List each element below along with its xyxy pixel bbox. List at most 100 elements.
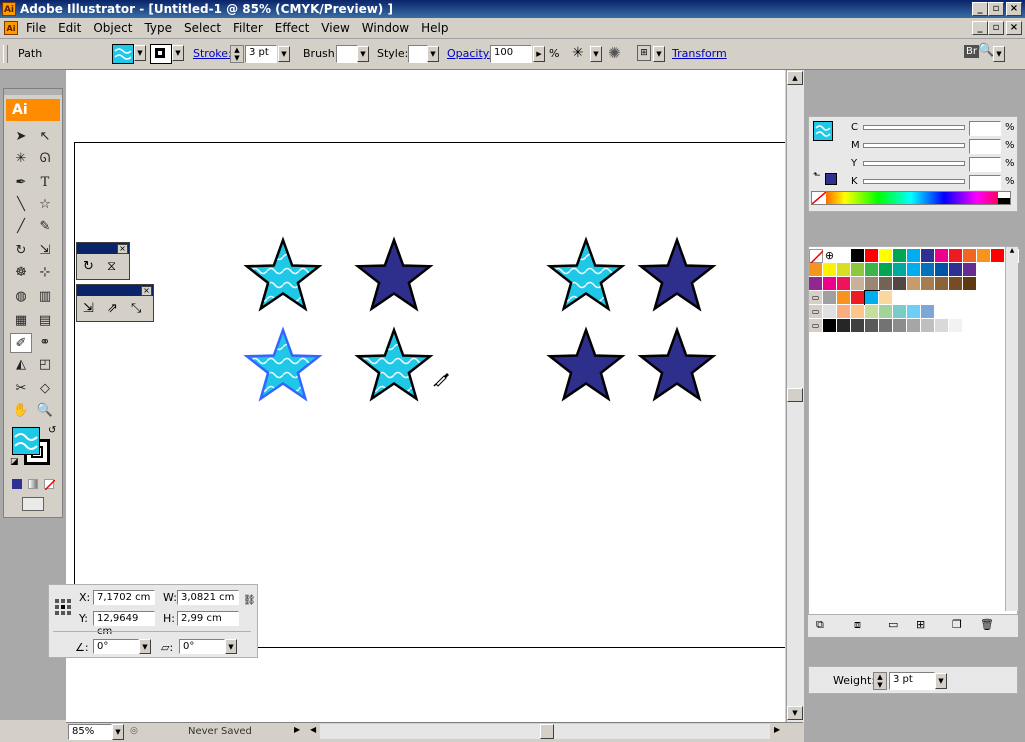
color-swatch[interactable]	[977, 249, 991, 263]
color-swatch[interactable]	[893, 305, 907, 319]
gamut-swatch[interactable]	[825, 173, 837, 185]
select-similar-dropdown[interactable]: ▼	[590, 46, 602, 62]
color-swatch[interactable]	[837, 277, 851, 291]
color-swatch[interactable]	[935, 319, 949, 333]
swatch-scroll-up[interactable]: ▲	[1006, 247, 1018, 254]
channel-slider-k[interactable]	[863, 179, 965, 184]
w-field[interactable]: 3,0821 cm	[177, 590, 239, 605]
constrain-proportions-icon[interactable]: ⛓	[243, 595, 256, 606]
symbol-sprayer-tool-icon[interactable]: ◍	[10, 287, 32, 307]
panel-close-icon[interactable]: ×	[117, 244, 128, 254]
color-swatch[interactable]	[935, 263, 949, 277]
opacity-link[interactable]: Opacity:	[447, 47, 492, 61]
slice-tool-icon[interactable]: ✂	[10, 379, 32, 399]
menu-select[interactable]: Select	[178, 18, 227, 38]
h-field[interactable]: 2,99 cm	[177, 611, 239, 626]
line-tool-icon[interactable]: ╲	[10, 195, 32, 215]
gradient-mode-icon[interactable]	[28, 479, 38, 489]
live-paint-selection-tool-icon[interactable]: ◰	[34, 355, 56, 375]
y-field[interactable]: 12,9649 cm	[93, 611, 155, 637]
color-swatch[interactable]	[893, 263, 907, 277]
color-swatch[interactable]	[865, 319, 879, 333]
color-swatch[interactable]	[851, 277, 865, 291]
doc-close-button[interactable]: ×	[1006, 21, 1022, 35]
fill-color-box[interactable]	[12, 427, 40, 455]
channel-slider-y[interactable]	[863, 161, 965, 166]
style-field[interactable]	[408, 45, 428, 63]
magic-wand-icon[interactable]: ✳	[572, 45, 584, 61]
search-icon[interactable]: 🔍	[978, 43, 994, 58]
color-swatch[interactable]	[823, 263, 837, 277]
lasso-tool-icon[interactable]: ᘏ	[34, 149, 56, 169]
swatches-scrollbar[interactable]: ▲	[1005, 247, 1018, 611]
swap-fill-stroke-icon[interactable]: ↺	[48, 425, 56, 436]
color-swatch[interactable]	[837, 305, 851, 319]
color-swatch[interactable]	[921, 319, 935, 333]
recolor-icon[interactable]: ✺	[608, 44, 621, 62]
doc-restore-button[interactable]: ▫	[988, 21, 1004, 35]
rotate-tool-icon[interactable]: ↻	[10, 241, 32, 261]
channel-field-y[interactable]	[969, 157, 1001, 172]
menu-filter[interactable]: Filter	[227, 18, 269, 38]
zoom-tool-icon[interactable]: 🔍	[34, 401, 56, 421]
show-swatch-kinds-icon[interactable]: ⧈	[854, 618, 861, 632]
transform-link[interactable]: Transform	[672, 47, 727, 61]
fill-swatch-control[interactable]	[112, 44, 134, 64]
grip-handle[interactable]	[3, 45, 8, 63]
color-swatch[interactable]	[837, 291, 851, 305]
close-button[interactable]: ×	[1006, 2, 1022, 16]
color-swatch[interactable]	[865, 263, 879, 277]
menu-effect[interactable]: Effect	[269, 18, 316, 38]
color-swatch[interactable]	[879, 249, 893, 263]
color-swatch[interactable]	[893, 249, 907, 263]
hscroll-thumb[interactable]	[540, 724, 554, 739]
document-icon[interactable]: Ai	[4, 21, 18, 35]
channel-field-m[interactable]	[969, 139, 1001, 154]
menu-window[interactable]: Window	[356, 18, 415, 38]
hand-tool-icon[interactable]: ✋	[10, 401, 32, 421]
x-field[interactable]: 7,1702 cm	[93, 590, 155, 605]
color-swatch[interactable]	[865, 277, 879, 291]
color-swatch[interactable]	[851, 291, 865, 305]
color-swatch[interactable]	[907, 263, 921, 277]
pen-tool-icon[interactable]: ✒	[10, 173, 32, 193]
type-tool-icon[interactable]: T	[34, 173, 56, 193]
opacity-arrow[interactable]: ▶	[533, 46, 545, 62]
selection-tool-icon[interactable]: ➤	[10, 127, 32, 147]
rotate-field[interactable]: 0°	[93, 639, 139, 654]
minimize-button[interactable]: _	[972, 2, 988, 16]
screen-mode-icon[interactable]	[22, 497, 44, 511]
shear-tool-icon[interactable]: ⇗	[107, 301, 118, 316]
color-group-folder-icon[interactable]: ▭	[809, 291, 823, 305]
rotate-dropdown[interactable]: ▼	[139, 639, 151, 654]
align-dropdown[interactable]: ▼	[653, 46, 665, 62]
color-swatch[interactable]	[865, 249, 879, 263]
graph-tool-icon[interactable]: ▥	[34, 287, 56, 307]
channel-slider-c[interactable]	[863, 125, 965, 130]
color-swatch[interactable]	[879, 305, 893, 319]
new-swatch-icon[interactable]: ❐	[952, 618, 962, 631]
color-fill-box[interactable]	[813, 121, 833, 141]
menu-edit[interactable]: Edit	[52, 18, 87, 38]
reshape-tool-icon[interactable]: ⤡	[131, 301, 141, 316]
gradient-tool-icon[interactable]: ▤	[34, 311, 56, 331]
menu-type[interactable]: Type	[138, 18, 178, 38]
color-swatch[interactable]	[879, 291, 893, 305]
color-swatch[interactable]	[823, 319, 837, 333]
color-swatch[interactable]	[949, 277, 963, 291]
color-swatch[interactable]	[893, 319, 907, 333]
color-swatch[interactable]	[907, 249, 921, 263]
mesh-tool-icon[interactable]: ▦	[10, 311, 32, 331]
paintbrush-tool-icon[interactable]: ╱	[10, 217, 32, 237]
status-menu-arrow[interactable]: ▶	[294, 725, 300, 734]
color-swatch[interactable]	[949, 249, 963, 263]
eraser-tool-icon[interactable]: ◇	[34, 379, 56, 399]
scroll-left-button[interactable]: ◀	[310, 725, 316, 734]
none-mode-icon[interactable]	[44, 479, 56, 491]
color-swatch[interactable]	[837, 249, 851, 263]
color-swatch[interactable]	[893, 277, 907, 291]
stroke-dropdown-button[interactable]: ▼	[172, 45, 184, 61]
none-swatch-icon[interactable]	[809, 249, 825, 265]
free-transform-tool-icon[interactable]: ⊹	[34, 263, 56, 283]
color-swatch[interactable]	[809, 277, 823, 291]
